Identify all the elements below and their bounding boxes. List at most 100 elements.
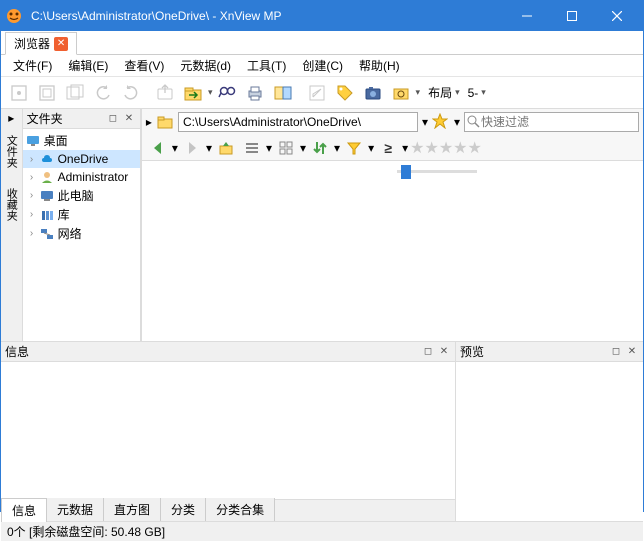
zoom-slider[interactable]: [397, 163, 477, 179]
expand-icon[interactable]: ›: [25, 228, 39, 239]
tree-label: OneDrive: [58, 152, 109, 166]
menu-create[interactable]: 创建(C): [294, 55, 351, 76]
close-button[interactable]: [594, 1, 639, 31]
sort-button[interactable]: [308, 137, 332, 159]
tree-item-thispc[interactable]: › 此电脑: [23, 186, 140, 205]
sidebar-tab-folders[interactable]: 文件夹: [1, 125, 21, 178]
star-icon[interactable]: ★: [410, 138, 424, 158]
fullscreen-button[interactable]: [33, 79, 61, 107]
chevron-down-icon[interactable]: ▾: [300, 141, 306, 155]
ge-button[interactable]: ≥: [376, 137, 400, 159]
filter-box[interactable]: [464, 112, 639, 132]
expand-icon[interactable]: ›: [25, 172, 39, 183]
menu-tools[interactable]: 工具(T): [239, 55, 294, 76]
forward-button[interactable]: [180, 137, 204, 159]
expand-icon[interactable]: ▸: [8, 111, 14, 125]
filter-input[interactable]: [481, 115, 636, 129]
export-button[interactable]: [151, 79, 179, 107]
maximize-button[interactable]: [549, 1, 594, 31]
preview-pane: 预览 ◻ ✕: [456, 342, 643, 521]
menu-metadata[interactable]: 元数据(d): [172, 55, 239, 76]
minimize-button[interactable]: [504, 1, 549, 31]
close-icon[interactable]: ✕: [54, 37, 68, 51]
menu-view[interactable]: 查看(V): [116, 55, 172, 76]
favorite-button[interactable]: [432, 113, 450, 131]
rotate-left-button[interactable]: [89, 79, 117, 107]
preview-pane-title: 预览: [460, 343, 607, 360]
close-icon[interactable]: ✕: [122, 112, 136, 126]
view-list-button[interactable]: [240, 137, 264, 159]
close-icon[interactable]: ✕: [437, 345, 451, 359]
close-icon[interactable]: ✕: [625, 345, 639, 359]
status-text: 0个 [剩余磁盘空间: 50.48 GB]: [7, 523, 165, 540]
window-title: C:\Users\Administrator\OneDrive\ - XnVie…: [29, 9, 504, 23]
star-icon[interactable]: ★: [439, 138, 453, 158]
up-folder-button[interactable]: [214, 137, 238, 159]
compare-button[interactable]: [269, 79, 297, 107]
filter-button[interactable]: [342, 137, 366, 159]
menu-help[interactable]: 帮助(H): [351, 55, 408, 76]
search-button[interactable]: [213, 79, 241, 107]
tag-button[interactable]: [331, 79, 359, 107]
chevron-down-icon[interactable]: ▾: [266, 141, 272, 155]
print-button[interactable]: [241, 79, 269, 107]
edit-button[interactable]: [303, 79, 331, 107]
tree-item-onedrive[interactable]: › OneDrive: [23, 150, 140, 168]
chevron-down-icon[interactable]: ▾: [402, 141, 408, 155]
chevron-down-icon[interactable]: ▾: [172, 141, 178, 155]
expand-icon[interactable]: ▸: [146, 115, 152, 129]
open-button[interactable]: [5, 79, 33, 107]
address-row: ▸ ▾ ▾: [142, 109, 643, 135]
star-icon[interactable]: ★: [468, 138, 482, 158]
content-pane: ▸ ▾ ▾ ▾ ▾ ▾ ▾ ▾ ▾ ≥▾ ★ ★ ★ ★ ★: [141, 109, 643, 341]
star-icon[interactable]: ★: [424, 138, 438, 158]
tab-histogram[interactable]: 直方图: [104, 498, 161, 521]
tree-item-desktop[interactable]: 桌面: [23, 131, 140, 150]
tree-item-network[interactable]: › 网络: [23, 224, 140, 243]
star-icon[interactable]: ★: [453, 138, 467, 158]
chevron-down-icon[interactable]: ▾: [455, 87, 460, 98]
slideshow-button[interactable]: [61, 79, 89, 107]
undock-icon[interactable]: ◻: [609, 345, 623, 359]
capture-button[interactable]: [359, 79, 387, 107]
thumbnail-area[interactable]: [142, 161, 643, 341]
expand-icon[interactable]: ›: [25, 190, 39, 201]
undock-icon[interactable]: ◻: [106, 112, 120, 126]
preview-body: [456, 362, 643, 521]
menu-edit[interactable]: 编辑(E): [60, 55, 116, 76]
expand-icon[interactable]: ›: [25, 209, 39, 220]
undock-icon[interactable]: ◻: [421, 345, 435, 359]
info-tabs: 信息 元数据 直方图 分类 分类合集: [1, 499, 455, 521]
batch-convert-button[interactable]: [179, 79, 207, 107]
tree-label: 此电脑: [58, 187, 94, 204]
folder-icon: [156, 113, 174, 131]
chevron-down-icon[interactable]: ▾: [454, 115, 460, 129]
chevron-down-icon[interactable]: ▾: [416, 87, 421, 98]
sidebar-tab-favorites[interactable]: 收藏夹: [1, 178, 21, 231]
expand-icon[interactable]: ›: [25, 154, 39, 165]
address-input[interactable]: [178, 112, 418, 132]
menu-file[interactable]: 文件(F): [5, 55, 60, 76]
titlebar: C:\Users\Administrator\OneDrive\ - XnVie…: [1, 1, 643, 31]
back-button[interactable]: [146, 137, 170, 159]
tree-item-libraries[interactable]: › 库: [23, 205, 140, 224]
chevron-down-icon[interactable]: ▾: [422, 115, 428, 129]
chevron-down-icon[interactable]: ▾: [481, 87, 486, 98]
tab-category[interactable]: 分类: [161, 498, 206, 521]
chevron-down-icon[interactable]: ▾: [206, 141, 212, 155]
rotate-right-button[interactable]: [117, 79, 145, 107]
tab-category-sets[interactable]: 分类合集: [206, 498, 275, 521]
folder-tree[interactable]: 桌面 › OneDrive › Administrator › 此电脑 › 库: [23, 129, 140, 341]
view-thumbs-button[interactable]: [274, 137, 298, 159]
search-icon: [467, 115, 481, 129]
chevron-down-icon[interactable]: ▾: [334, 141, 340, 155]
tree-item-administrator[interactable]: › Administrator: [23, 168, 140, 186]
view-mode-label[interactable]: 5-: [468, 86, 479, 100]
tab-info[interactable]: 信息: [1, 498, 47, 522]
chevron-down-icon[interactable]: ▾: [368, 141, 374, 155]
rating-stars[interactable]: ★ ★ ★ ★ ★: [410, 138, 482, 158]
browser-tab[interactable]: 浏览器 ✕: [5, 32, 77, 55]
settings-button[interactable]: [387, 79, 415, 107]
tab-metadata[interactable]: 元数据: [47, 498, 104, 521]
tree-label: 桌面: [44, 132, 68, 149]
